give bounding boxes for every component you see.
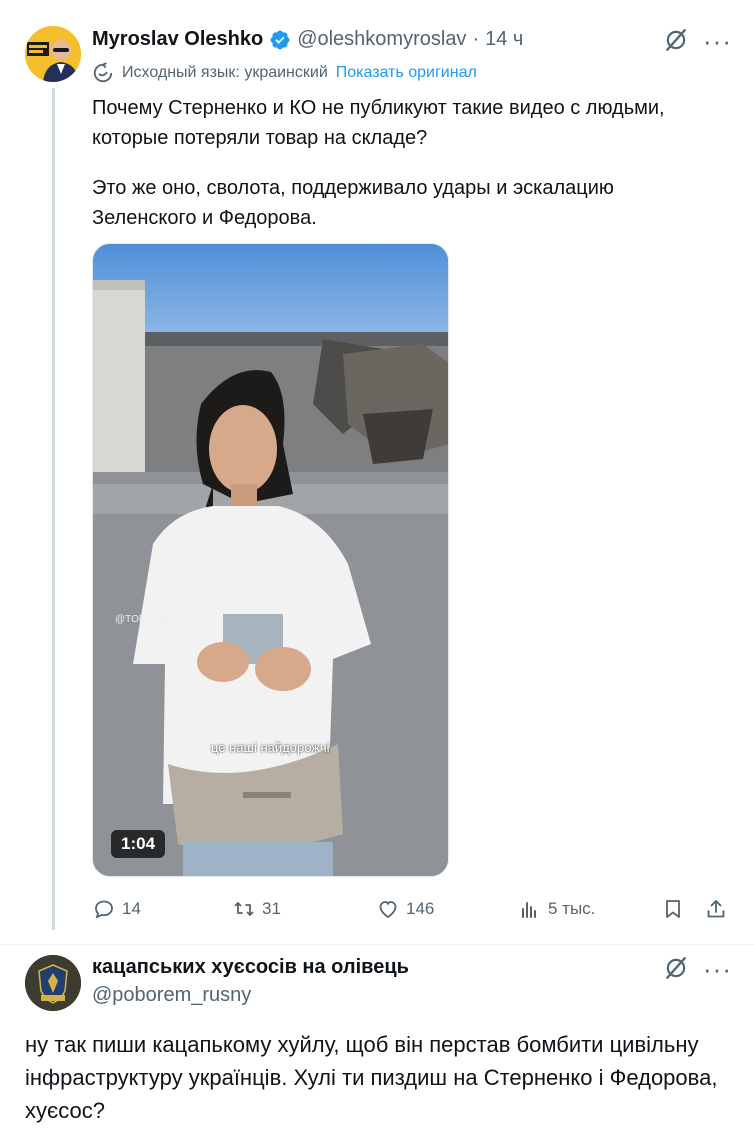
views-button[interactable]: 5 тыс.: [518, 897, 595, 921]
repost-icon: [234, 902, 254, 916]
reply-more-options-button[interactable]: ···: [703, 954, 732, 985]
share-button[interactable]: [704, 897, 728, 921]
video-caption: це наші найдорожчі: [211, 740, 330, 755]
author-handle[interactable]: @oleshkomyroslav: [297, 28, 466, 51]
reply-count: 14: [122, 899, 141, 918]
reply-author-avatar[interactable]: [25, 955, 81, 1011]
reply-header: кацапських хуєсосів на олівець: [92, 956, 409, 979]
share-icon: [707, 900, 725, 918]
author-name[interactable]: Myroslav Oleshko: [92, 28, 263, 51]
video-thumbnail: [93, 244, 448, 876]
more-icon: ···: [703, 954, 732, 984]
like-count: 146: [406, 899, 435, 918]
tweet-video[interactable]: @TODLIJA це наші найдорожчі 1:04: [92, 243, 449, 877]
views-chart-icon: [522, 902, 536, 918]
translate-icon: [93, 62, 113, 83]
thread-connector-line: [52, 88, 55, 930]
more-options-button[interactable]: ···: [703, 26, 732, 57]
like-button[interactable]: 146: [376, 897, 434, 921]
reply-grok-button[interactable]: [663, 955, 689, 986]
tweet-time[interactable]: 14 ч: [485, 28, 523, 51]
author-avatar[interactable]: [25, 26, 81, 82]
grok-icon: [666, 29, 686, 51]
video-duration: 1:04: [111, 830, 166, 858]
reply-text: ну так пиши кацапькому хуйлу, щоб він пе…: [25, 1032, 724, 1123]
show-original-link[interactable]: Показать оригинал: [336, 64, 477, 82]
translation-row: Исходный язык: украинский Показать ориги…: [92, 62, 477, 84]
bookmark-button[interactable]: [661, 897, 685, 921]
reply-button[interactable]: 14: [92, 897, 141, 921]
tweet-divider: [0, 944, 754, 945]
tweet-header: Myroslav Oleshko @oleshkomyroslav · 14 ч: [92, 28, 523, 51]
tweet-text-paragraph-2: Это же оно, сволота, поддерживало удары …: [92, 177, 620, 229]
view-count: 5 тыс.: [548, 899, 596, 918]
bookmark-icon: [666, 900, 680, 918]
grok-icon: [666, 957, 686, 979]
heart-icon: [379, 901, 397, 919]
translation-notice: Исходный язык: украинский: [122, 64, 328, 81]
repost-button[interactable]: 31: [232, 897, 281, 921]
video-watermark: @TODLIJA: [115, 614, 167, 625]
repost-count: 31: [262, 899, 281, 918]
tweet-text-paragraph-1: Почему Стерненко и КО не публикуют такие…: [92, 97, 671, 149]
reply-author-handle[interactable]: @poborem_rusny: [92, 984, 251, 1007]
grok-button[interactable]: [663, 27, 689, 58]
verified-badge-icon: [270, 30, 290, 49]
reply-author-name[interactable]: кацапських хуєсосів на олівець: [92, 956, 409, 978]
reply-icon: [95, 900, 113, 919]
separator-dot: ·: [472, 28, 480, 50]
more-icon: ···: [703, 26, 732, 56]
